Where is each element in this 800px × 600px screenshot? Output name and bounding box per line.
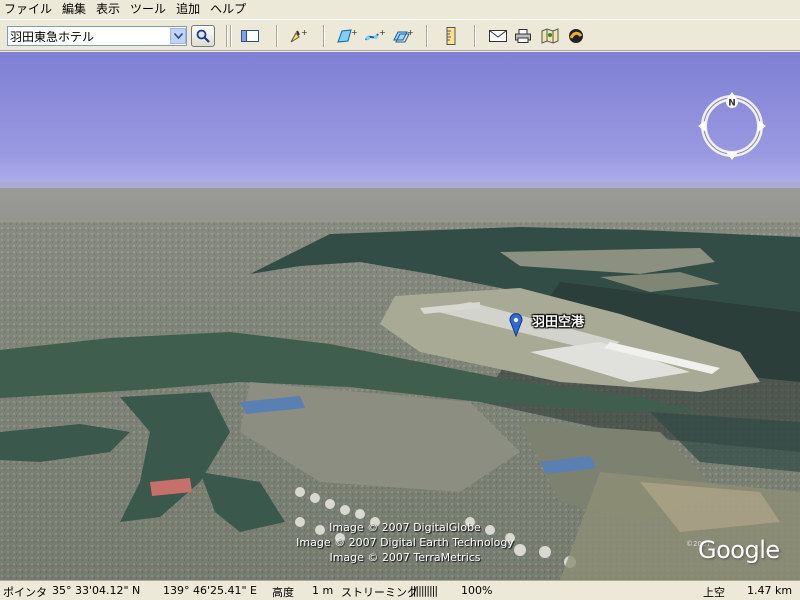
toolbar-separator [323, 25, 325, 47]
attribution-line: Image © 2007 Digital Earth Technology [296, 536, 514, 549]
svg-text:+: + [379, 28, 386, 37]
sky-icon [569, 29, 583, 43]
path-add-icon: + [365, 28, 386, 41]
google-maps-button[interactable] [539, 26, 561, 46]
svg-text:+: + [351, 28, 358, 37]
magnifier-icon [196, 29, 210, 43]
image-overlay-add-icon: + [393, 28, 414, 43]
streaming-label: ストリーミング [341, 586, 418, 599]
menu-edit[interactable]: 編集 [58, 0, 92, 18]
toolbar-separator [474, 25, 476, 47]
print-button[interactable] [512, 26, 534, 46]
sidebar-toggle-button[interactable] [239, 26, 261, 46]
eye-altitude-value: 1.47 km [747, 584, 793, 597]
add-path-button[interactable]: + [364, 26, 386, 46]
eye-altitude-label: 上空 [703, 586, 725, 599]
menu-tools[interactable]: ツール [126, 0, 172, 18]
toolbar-separator [230, 25, 232, 47]
compass-north-label: N [728, 99, 736, 109]
search-combo [7, 26, 187, 46]
search-input[interactable] [8, 28, 170, 44]
menu-view[interactable]: 表示 [92, 0, 126, 18]
search-button[interactable] [191, 25, 215, 47]
menu-file[interactable]: ファイル [0, 0, 58, 18]
pointer-label: ポインタ [3, 586, 47, 599]
pointer-latitude: 35° 33'04.12" N [52, 584, 141, 597]
ruler-button[interactable] [440, 26, 462, 46]
menu-add[interactable]: 追加 [172, 0, 206, 18]
imagery-attribution: Image © 2007 DigitalGlobe Image © 2007 D… [270, 520, 540, 565]
toolbar: + + + + [0, 19, 800, 51]
svg-text:+: + [407, 28, 414, 37]
email-icon [489, 30, 507, 42]
toolbar-separator [426, 25, 428, 47]
terrain-view [0, 52, 800, 580]
placemark-add-icon: + [290, 28, 308, 43]
svg-text:+: + [301, 28, 308, 37]
add-polygon-button[interactable]: + [336, 26, 358, 46]
menu-bar: ファイル 編集 表示 ツール 追加 ヘルプ [0, 0, 800, 18]
attribution-line: Image © 2007 TerraMetrics [329, 551, 481, 564]
navigation-compass[interactable]: N [696, 90, 768, 162]
menu-help[interactable]: ヘルプ [206, 0, 252, 18]
earth-3d-view[interactable]: N 羽田空港 Image © 2007 DigitalGlobe Image ©… [0, 52, 800, 580]
toolbar-separator [226, 25, 228, 47]
google-logo: Google [698, 536, 780, 564]
add-placemark-button[interactable]: + [287, 26, 309, 46]
search-dropdown-button[interactable] [170, 28, 186, 44]
sky-button[interactable] [565, 26, 587, 46]
status-bar: ポインタ 35° 33'04.12" N 139° 46'25.41" E 高度… [0, 580, 800, 600]
email-button[interactable] [487, 26, 509, 46]
streaming-progress-bar: |||||||||| [410, 584, 438, 597]
attribution-line: Image © 2007 DigitalGlobe [329, 521, 481, 534]
toolbar-separator [276, 25, 278, 47]
altitude-label: 高度 [272, 586, 294, 599]
polygon-add-icon: + [337, 28, 358, 43]
sidebar-toggle-icon [241, 30, 259, 42]
ruler-icon [446, 27, 456, 45]
altitude-value: 1 m [312, 584, 334, 597]
google-maps-icon [541, 28, 559, 44]
print-icon [515, 29, 531, 43]
streaming-percent: 100% [461, 584, 493, 597]
pointer-longitude: 139° 46'25.41" E [163, 584, 258, 597]
add-image-overlay-button[interactable]: + [392, 26, 414, 46]
placemark-pin-icon[interactable] [509, 313, 523, 337]
chevron-down-icon [173, 33, 183, 39]
placemark-label[interactable]: 羽田空港 [532, 311, 584, 330]
